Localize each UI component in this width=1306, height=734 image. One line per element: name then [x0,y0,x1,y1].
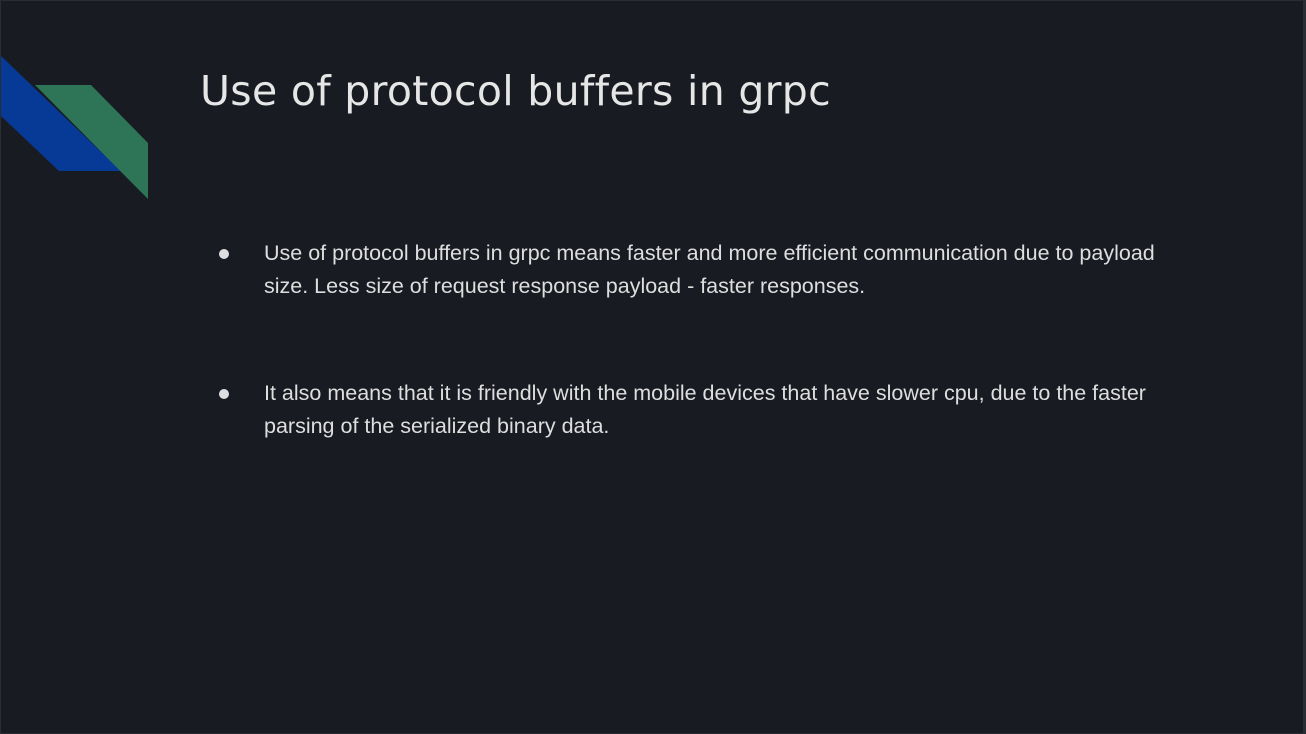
bullet-text: It also means that it is friendly with t… [264,381,1146,438]
bullet-item: Use of protocol buffers in grpc means fa… [213,237,1173,302]
slide: Use of protocol buffers in grpc Use of p… [1,1,1303,733]
bullet-list: Use of protocol buffers in grpc means fa… [213,237,1173,442]
bullet-item: It also means that it is friendly with t… [213,377,1173,442]
bullet-text: Use of protocol buffers in grpc means fa… [264,241,1155,298]
bullet-dot-icon [219,389,229,399]
bullet-dot-icon [219,249,229,259]
corner-decoration [1,56,148,199]
slide-title: Use of protocol buffers in grpc [200,67,831,115]
